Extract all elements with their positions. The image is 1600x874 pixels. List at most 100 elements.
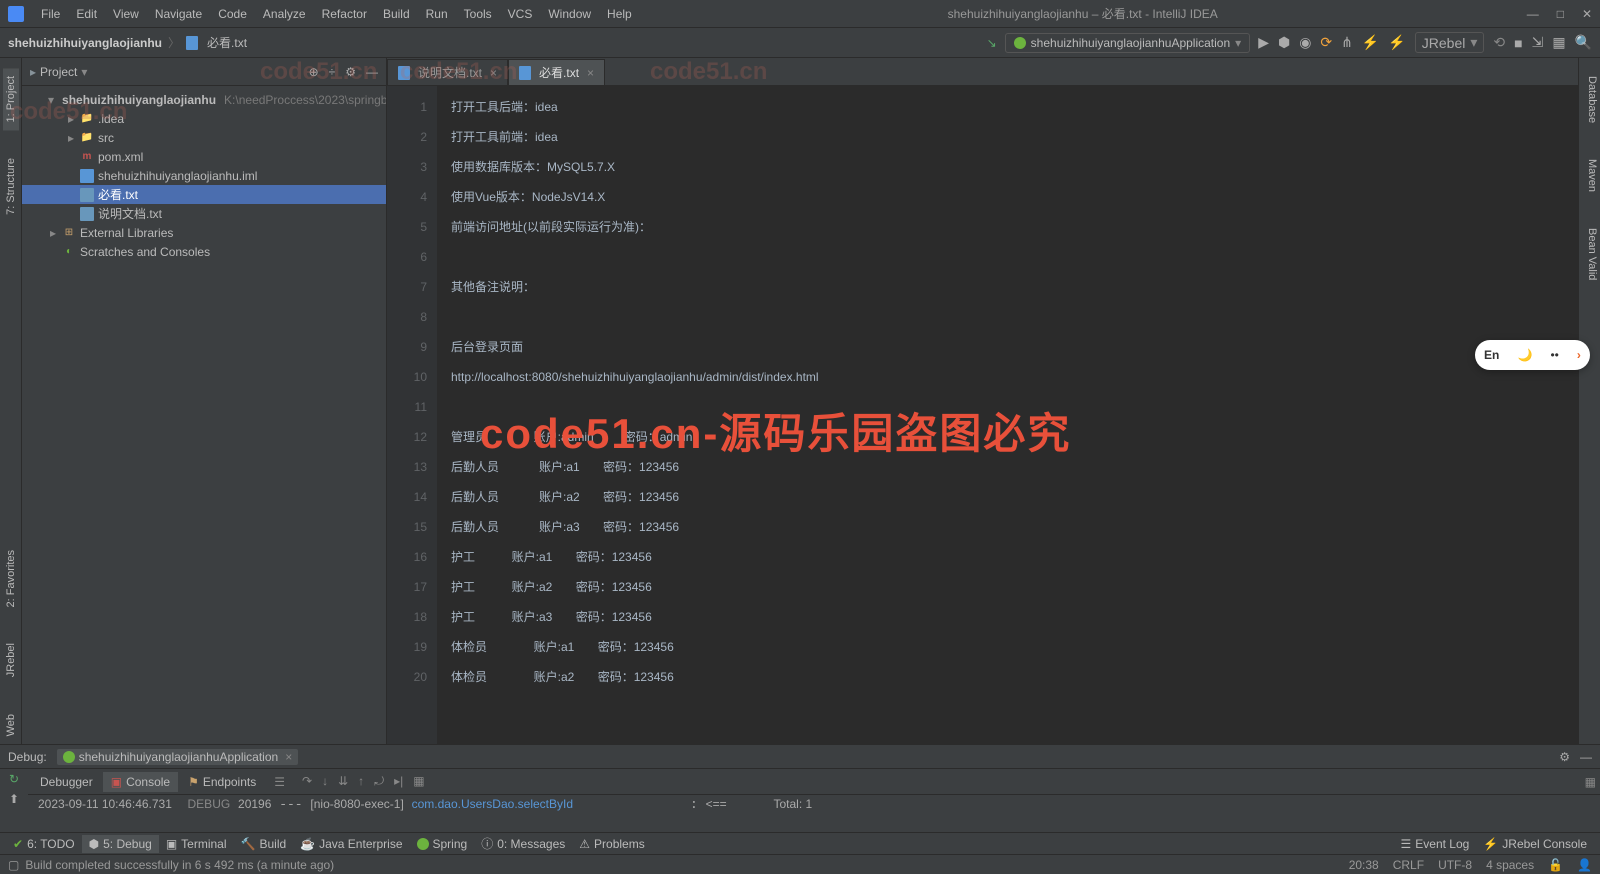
layout-icon[interactable]: ☰ — [274, 775, 285, 789]
attach-icon[interactable]: ⋔ — [1341, 34, 1353, 51]
git-update-icon[interactable]: ⇲ — [1532, 34, 1544, 51]
menu-view[interactable]: View — [106, 4, 146, 24]
hide-icon[interactable]: ― — [1580, 750, 1592, 764]
build-hammer-icon[interactable]: ↘ — [987, 36, 997, 50]
chevron-down-icon[interactable]: ▾ — [81, 65, 87, 79]
run-icon[interactable]: ▶ — [1258, 34, 1269, 51]
console-output[interactable]: 2023-09-11 10:46:46.731 DEBUG 20196 --- … — [28, 795, 1600, 832]
menu-vcs[interactable]: VCS — [501, 4, 540, 24]
btm-javaent[interactable]: ☕Java Enterprise — [293, 835, 409, 853]
code-area[interactable]: 打开工具后端：idea打开工具前端：idea使用数据库版本：MySQL5.7.X… — [437, 86, 1578, 744]
run-to-cursor-icon[interactable]: ▸| — [394, 774, 403, 789]
tree-item-src[interactable]: ▸📁src — [22, 128, 386, 147]
hide-icon[interactable]: ― — [366, 65, 378, 79]
maximize-icon[interactable]: □ — [1557, 7, 1564, 21]
target-icon[interactable]: ⊕ — [309, 65, 319, 79]
debug-config-tab[interactable]: shehuizhihuiyanglaojianhuApplication × — [57, 749, 299, 765]
minimize-icon[interactable]: ― — [1527, 7, 1539, 21]
btm-build[interactable]: 🔨Build — [234, 835, 294, 853]
close-tab-icon[interactable]: × — [587, 66, 594, 80]
drop-frame-icon[interactable]: ⤾ — [374, 774, 384, 789]
tool-maven[interactable]: Maven — [1579, 151, 1600, 200]
status-encoding[interactable]: UTF-8 — [1438, 858, 1472, 872]
step-into-force-icon[interactable]: ⇊ — [338, 774, 348, 789]
debug-tab-endpoints[interactable]: ⚑Endpoints — [180, 772, 264, 792]
tool-favorites[interactable]: 2: Favorites — [3, 542, 19, 615]
gear-icon[interactable]: ⚙ — [1559, 750, 1570, 764]
search-icon[interactable]: 🔍 — [1575, 34, 1592, 51]
status-line-ending[interactable]: CRLF — [1393, 858, 1424, 872]
step-into-icon[interactable]: ↓ — [322, 774, 328, 789]
step-over-icon[interactable]: ↷ — [302, 774, 312, 789]
tree-item-pom[interactable]: mpom.xml — [22, 147, 386, 166]
breadcrumb-project[interactable]: shehuizhihuiyanglaojianhu — [8, 36, 162, 50]
editor-body[interactable]: 1234567891011121314151617181920 打开工具后端：i… — [387, 86, 1578, 744]
menu-run[interactable]: Run — [419, 4, 455, 24]
btm-eventlog[interactable]: ☰Event Log — [1394, 835, 1477, 853]
jrebel-dropdown[interactable]: JRebel ▾ — [1415, 32, 1485, 53]
menu-help[interactable]: Help — [600, 4, 639, 24]
tool-project[interactable]: 1: Project — [3, 68, 19, 130]
debug-tab-debugger[interactable]: Debugger — [32, 772, 101, 792]
tree-item-iml[interactable]: shehuizhihuiyanglaojianhu.iml — [22, 166, 386, 185]
lock-icon[interactable]: 🔓 — [1548, 858, 1563, 872]
tool-database[interactable]: Database — [1579, 68, 1600, 131]
jrebel-run-icon[interactable]: ⚡ — [1362, 34, 1379, 51]
gear-icon[interactable]: ⚙ — [345, 65, 356, 79]
tree-item-idea[interactable]: ▸📁.idea — [22, 109, 386, 128]
tool-web[interactable]: Web — [3, 706, 19, 744]
btm-jrebel-console[interactable]: ⚡JRebel Console — [1476, 835, 1594, 853]
tree-item-shuomingtxt[interactable]: 说明文档.txt — [22, 204, 386, 223]
menu-code[interactable]: Code — [211, 4, 254, 24]
btm-spring[interactable]: Spring — [410, 835, 475, 853]
run-config-selector[interactable]: shehuizhihuiyanglaojianhuApplication ▾ — [1005, 33, 1251, 53]
jrebel-debug-icon[interactable]: ⚡ — [1388, 34, 1405, 51]
close-icon[interactable]: × — [285, 750, 292, 764]
tree-scratches[interactable]: ◐Scratches and Consoles — [22, 242, 386, 261]
stop-icon[interactable]: ■ — [1514, 35, 1522, 51]
status-indent[interactable]: 4 spaces — [1486, 858, 1534, 872]
coverage-icon[interactable]: ◉ — [1299, 34, 1311, 51]
debug-tab-console[interactable]: ▣Console — [103, 772, 178, 792]
ime-popup[interactable]: En 🌙 •• › — [1475, 340, 1590, 370]
menu-build[interactable]: Build — [376, 4, 417, 24]
inspect-icon[interactable]: 👤 — [1577, 858, 1592, 872]
btm-problems[interactable]: ⚠Problems — [572, 835, 651, 853]
lock-icon[interactable]: ▢ — [8, 858, 19, 872]
breadcrumb-file[interactable]: 必看.txt — [207, 34, 247, 51]
tree-external-libs[interactable]: ▸⊞External Libraries — [22, 223, 386, 242]
menu-edit[interactable]: Edit — [69, 4, 104, 24]
evaluate-icon[interactable]: ▦ — [413, 774, 424, 789]
editor-tab-bikan[interactable]: 必看.txt× — [508, 59, 605, 85]
tree-item-bikantxt[interactable]: 必看.txt — [22, 185, 386, 204]
menu-file[interactable]: File — [34, 4, 67, 24]
btm-messages[interactable]: ⓘ0: Messages — [474, 833, 572, 854]
btm-debug[interactable]: ⬢5: Debug — [82, 835, 159, 853]
menu-window[interactable]: Window — [541, 4, 598, 24]
chevron-right-icon[interactable]: › — [1577, 348, 1581, 362]
menu-analyze[interactable]: Analyze — [256, 4, 313, 24]
tool-bean-valid[interactable]: Bean Valid — [1579, 220, 1600, 288]
structure-icon[interactable]: ▦ — [1552, 34, 1565, 51]
step-out-icon[interactable]: ↑ — [358, 774, 364, 789]
menu-tools[interactable]: Tools — [457, 4, 499, 24]
menu-refactor[interactable]: Refactor — [315, 4, 374, 24]
tree-root[interactable]: ▾ shehuizhihuiyanglaojianhu K:\needProcc… — [22, 90, 386, 109]
resume-icon[interactable]: ⬆ — [9, 792, 19, 806]
project-tree[interactable]: ▾ shehuizhihuiyanglaojianhu K:\needProcc… — [22, 86, 386, 744]
close-tab-icon[interactable]: × — [490, 66, 497, 80]
profile-icon[interactable]: ⟳ — [1320, 34, 1332, 51]
debug-icon[interactable]: ⬢ — [1278, 34, 1290, 51]
tool-structure[interactable]: 7: Structure — [3, 150, 19, 223]
btm-terminal[interactable]: ▣Terminal — [159, 835, 234, 853]
rerun-icon[interactable]: ↻ — [9, 772, 19, 786]
menu-navigate[interactable]: Navigate — [148, 4, 209, 24]
close-icon[interactable]: ✕ — [1582, 7, 1592, 21]
tool-jrebel[interactable]: JRebel — [3, 635, 19, 685]
debug-layout-icon[interactable]: ▦ — [1585, 775, 1596, 789]
jrebel-update-icon[interactable]: ⟲ — [1493, 34, 1505, 51]
panel-title[interactable]: Project — [40, 65, 77, 79]
btm-todo[interactable]: ✔6: TODO — [6, 835, 82, 853]
editor-tab-shuoming[interactable]: 说明文档.txt× — [387, 59, 508, 85]
collapse-icon[interactable]: ÷ — [329, 65, 336, 79]
